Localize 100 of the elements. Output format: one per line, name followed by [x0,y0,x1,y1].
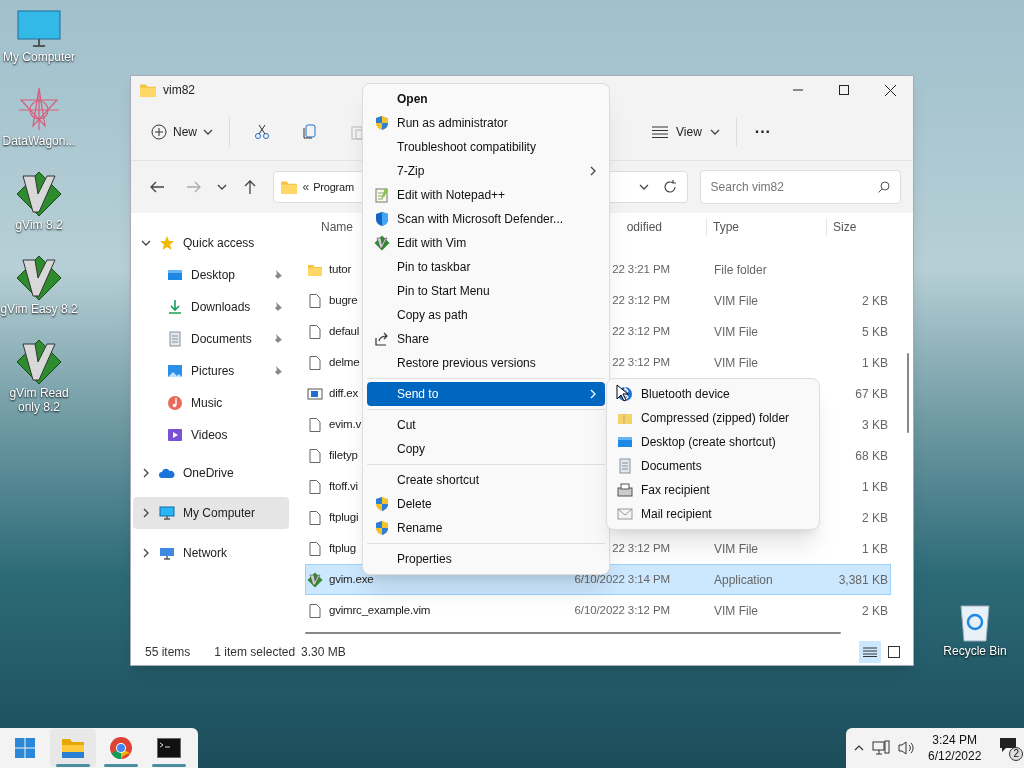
column-header[interactable]: Type [707,218,827,236]
horizontal-scrollbar[interactable] [305,632,841,634]
menu-item[interactable]: 7-Zip [367,159,605,183]
search-icon [877,181,890,193]
file-name[interactable]: delme [329,353,360,372]
file-name[interactable]: ftplug [329,539,356,558]
menu-item[interactable]: Troubleshoot compatibility [367,135,605,159]
documents-icon [167,331,183,347]
type-cell-text: VIM File [713,292,759,310]
menu-item[interactable]: Pin to taskbar [367,255,605,279]
file-name[interactable]: ftoff.vi [329,477,358,496]
chevron-right-icon [589,166,597,176]
file-name[interactable]: tutor [329,260,351,279]
menu-item[interactable]: Mail recipient [611,502,815,526]
file-name[interactable]: gvim.exe [329,570,374,589]
size-cell-text: 2 KB [861,292,889,310]
nav-item[interactable]: Music [131,387,291,419]
picture-icon [167,363,183,379]
speaker-icon [898,740,916,756]
nav-item[interactable]: Documents [131,323,291,355]
vertical-scrollbar[interactable] [907,353,909,433]
view-button[interactable]: View [648,116,724,148]
details-view-button[interactable] [859,641,881,663]
lines-icon [863,647,877,657]
date-cell-text: 6/10/2022 3:14 PM [573,571,671,587]
document-icon [307,602,323,619]
file-name[interactable]: diff.ex [329,384,359,403]
date-cell-text: 22 3:21 PM [611,261,671,277]
nav-item[interactable]: Desktop [131,259,291,291]
nav-item[interactable]: Pictures [131,355,291,387]
size-cell-text: 1 KB [861,478,889,496]
item-count: 55 items [145,644,191,661]
new-button[interactable]: New [147,116,217,148]
arrow-left-icon [149,181,164,193]
menu-item[interactable]: Rename [367,516,605,540]
nav-item[interactable]: My Computer [133,497,289,529]
shield-icon [374,520,390,536]
search-input[interactable]: Search vim82 [710,178,878,196]
documents-icon [617,458,633,474]
document-icon [307,447,323,464]
nav-item[interactable]: Network [133,537,289,569]
document-icon [307,323,323,340]
chevron-right-icon [589,389,597,399]
menu-item[interactable]: Properties [367,547,605,571]
fax-icon [617,482,633,498]
menu-item[interactable]: Copy as path [367,303,605,327]
breadcrumb-overflow[interactable]: « [302,178,310,196]
nav-item[interactable]: Quick access [133,227,289,259]
chevron-down-icon [638,182,649,192]
program-window-icon [307,385,323,402]
running-indicator [104,764,138,767]
video-icon [167,427,183,443]
document-icon [307,354,323,371]
menu-item[interactable]: Share [367,327,605,351]
menu-item[interactable]: Create shortcut [367,468,605,492]
menu-item[interactable]: Edit with Notepad++ [367,183,605,207]
chevron-right-icon [141,548,151,558]
scissors-icon [254,124,270,140]
nav-item[interactable]: OneDrive [133,457,289,489]
document-icon [307,478,323,495]
type-cell-text: VIM File [713,323,759,341]
menu-item[interactable]: Compressed (zipped) folder [611,406,815,430]
folder-icon [280,178,299,196]
column-header[interactable]: Size [827,218,891,236]
chevron-down-icon [141,238,151,248]
clock-date[interactable]: 6/12/2022 [928,748,982,764]
document-icon [307,292,323,309]
menu-item[interactable]: Copy [367,437,605,461]
menu-item[interactable]: Restore previous versions [367,351,605,375]
menu-item[interactable]: Open [367,87,605,111]
notification-count[interactable]: 2 [1009,747,1024,761]
chevron-right-icon [141,468,151,478]
file-name[interactable]: defaul [329,322,360,341]
nav-item[interactable]: Downloads [131,291,291,323]
type-cell-text: VIM File [713,540,759,558]
breadcrumb[interactable]: Program [313,178,354,196]
menu-item[interactable]: Desktop (create shortcut) [611,430,815,454]
type-cell-text: File folder [713,261,768,279]
file-name[interactable]: evim.v [329,415,362,434]
search-field[interactable]: Search vim82 [699,170,901,204]
menu-item[interactable]: Cut [367,413,605,437]
file-name[interactable]: gvimrc_example.vim [329,601,431,620]
menu-item[interactable]: Fax recipient [611,478,815,502]
file-name[interactable]: filetyp [329,446,358,465]
file-name[interactable]: bugre [329,291,358,310]
desktop-icon-label[interactable]: Recycle Bin [943,642,1007,660]
chevron-right-icon [141,508,151,518]
more-options-button[interactable]: ··· [748,116,777,148]
menu-item[interactable]: Run as administrator [367,111,605,135]
vim-icon [15,170,63,218]
type-cell-text: VIM File [713,602,759,620]
music-note-icon [167,395,183,411]
date-cell-text: 6/10/2022 3:12 PM [573,602,671,618]
nav-item[interactable]: Videos [131,419,291,451]
clock-time[interactable]: 3:24 PM [932,732,978,748]
file-name[interactable]: ftplugi [329,508,359,527]
menu-item[interactable]: Pin to Start Menu [367,279,605,303]
menu-item[interactable]: Send to [367,382,605,406]
menu-item[interactable]: Documents [611,454,815,478]
menu-item[interactable]: Delete [367,492,605,516]
